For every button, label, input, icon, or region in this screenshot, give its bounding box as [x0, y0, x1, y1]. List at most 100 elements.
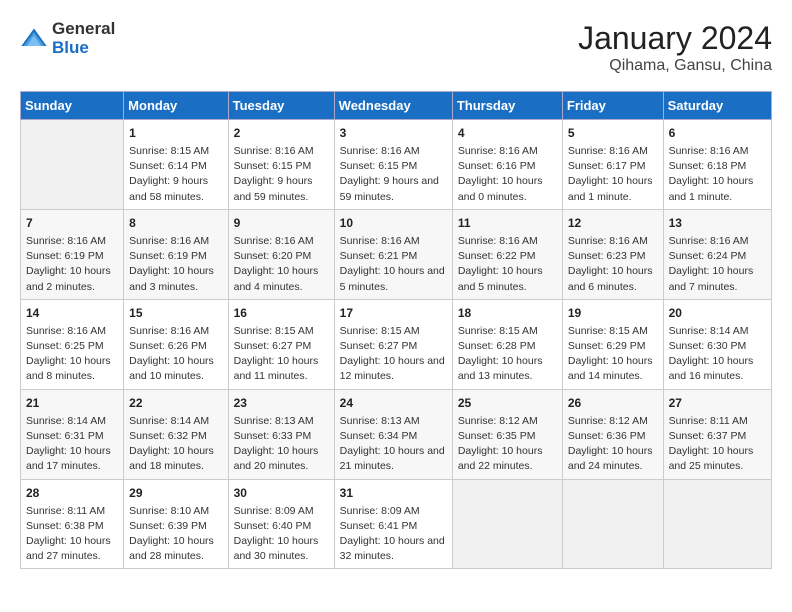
cell-content: Sunrise: 8:15 AMSunset: 6:14 PMDaylight:… — [129, 144, 222, 205]
logo-text-blue: Blue — [52, 39, 115, 58]
calendar-cell: 17 Sunrise: 8:15 AMSunset: 6:27 PMDayligh… — [334, 299, 452, 389]
cell-content: Sunrise: 8:11 AMSunset: 6:38 PMDaylight:… — [26, 504, 118, 565]
calendar-cell: 23 Sunrise: 8:13 AMSunset: 6:33 PMDayligh… — [228, 389, 334, 479]
cell-content: Sunrise: 8:16 AMSunset: 6:18 PMDaylight:… — [669, 144, 766, 205]
day-number: 29 — [129, 484, 222, 502]
day-number: 8 — [129, 214, 222, 232]
header-cell-wednesday: Wednesday — [334, 92, 452, 120]
day-number: 7 — [26, 214, 118, 232]
day-number: 5 — [568, 124, 658, 142]
calendar-cell: 26 Sunrise: 8:12 AMSunset: 6:36 PMDayligh… — [562, 389, 663, 479]
cell-content: Sunrise: 8:13 AMSunset: 6:33 PMDaylight:… — [234, 414, 329, 475]
header-cell-monday: Monday — [124, 92, 228, 120]
calendar-cell: 7 Sunrise: 8:16 AMSunset: 6:19 PMDaylight… — [21, 209, 124, 299]
calendar-table: SundayMondayTuesdayWednesdayThursdayFrid… — [20, 91, 772, 569]
calendar-cell: 30 Sunrise: 8:09 AMSunset: 6:40 PMDayligh… — [228, 479, 334, 569]
cell-content: Sunrise: 8:15 AMSunset: 6:27 PMDaylight:… — [234, 324, 329, 385]
day-number: 30 — [234, 484, 329, 502]
day-number: 15 — [129, 304, 222, 322]
header-cell-tuesday: Tuesday — [228, 92, 334, 120]
page-subtitle: Qihama, Gansu, China — [578, 57, 772, 75]
day-number: 17 — [340, 304, 447, 322]
calendar-cell — [562, 479, 663, 569]
cell-content: Sunrise: 8:16 AMSunset: 6:15 PMDaylight:… — [340, 144, 447, 205]
cell-content: Sunrise: 8:14 AMSunset: 6:30 PMDaylight:… — [669, 324, 766, 385]
week-row-1: 7 Sunrise: 8:16 AMSunset: 6:19 PMDaylight… — [21, 209, 772, 299]
day-number: 13 — [669, 214, 766, 232]
calendar-cell: 18 Sunrise: 8:15 AMSunset: 6:28 PMDayligh… — [452, 299, 562, 389]
calendar-cell: 8 Sunrise: 8:16 AMSunset: 6:19 PMDaylight… — [124, 209, 228, 299]
cell-content: Sunrise: 8:12 AMSunset: 6:36 PMDaylight:… — [568, 414, 658, 475]
day-number: 2 — [234, 124, 329, 142]
cell-content: Sunrise: 8:10 AMSunset: 6:39 PMDaylight:… — [129, 504, 222, 565]
cell-content: Sunrise: 8:16 AMSunset: 6:19 PMDaylight:… — [129, 234, 222, 295]
calendar-cell — [452, 479, 562, 569]
day-number: 19 — [568, 304, 658, 322]
day-number: 14 — [26, 304, 118, 322]
day-number: 23 — [234, 394, 329, 412]
logo-text-general: General — [52, 20, 115, 39]
calendar-cell: 5 Sunrise: 8:16 AMSunset: 6:17 PMDaylight… — [562, 120, 663, 210]
calendar-cell: 14Sunrise: 8:16 AMSunset: 6:25 PMDayligh… — [21, 299, 124, 389]
cell-content: Sunrise: 8:16 AMSunset: 6:20 PMDaylight:… — [234, 234, 329, 295]
calendar-cell: 1 Sunrise: 8:15 AMSunset: 6:14 PMDaylight… — [124, 120, 228, 210]
header-cell-sunday: Sunday — [21, 92, 124, 120]
day-number: 27 — [669, 394, 766, 412]
calendar-cell: 6 Sunrise: 8:16 AMSunset: 6:18 PMDaylight… — [663, 120, 771, 210]
cell-content: Sunrise: 8:09 AMSunset: 6:41 PMDaylight:… — [340, 504, 447, 565]
day-number: 26 — [568, 394, 658, 412]
day-number: 25 — [458, 394, 557, 412]
cell-content: Sunrise: 8:15 AMSunset: 6:27 PMDaylight:… — [340, 324, 447, 385]
day-number: 1 — [129, 124, 222, 142]
day-number: 11 — [458, 214, 557, 232]
calendar-cell: 16 Sunrise: 8:15 AMSunset: 6:27 PMDayligh… — [228, 299, 334, 389]
day-number: 28 — [26, 484, 118, 502]
cell-content: Sunrise: 8:15 AMSunset: 6:29 PMDaylight:… — [568, 324, 658, 385]
calendar-cell: 4 Sunrise: 8:16 AMSunset: 6:16 PMDaylight… — [452, 120, 562, 210]
day-number: 22 — [129, 394, 222, 412]
calendar-cell: 13Sunrise: 8:16 AMSunset: 6:24 PMDayligh… — [663, 209, 771, 299]
day-number: 3 — [340, 124, 447, 142]
calendar-cell: 24Sunrise: 8:13 AMSunset: 6:34 PMDayligh… — [334, 389, 452, 479]
cell-content: Sunrise: 8:16 AMSunset: 6:26 PMDaylight:… — [129, 324, 222, 385]
calendar-cell: 3 Sunrise: 8:16 AMSunset: 6:15 PMDaylight… — [334, 120, 452, 210]
cell-content: Sunrise: 8:14 AMSunset: 6:32 PMDaylight:… — [129, 414, 222, 475]
day-number: 20 — [669, 304, 766, 322]
calendar-cell: 11 Sunrise: 8:16 AMSunset: 6:22 PMDayligh… — [452, 209, 562, 299]
day-number: 21 — [26, 394, 118, 412]
calendar-cell: 22 Sunrise: 8:14 AMSunset: 6:32 PMDayligh… — [124, 389, 228, 479]
calendar-cell: 21Sunrise: 8:14 AMSunset: 6:31 PMDayligh… — [21, 389, 124, 479]
cell-content: Sunrise: 8:16 AMSunset: 6:22 PMDaylight:… — [458, 234, 557, 295]
day-number: 9 — [234, 214, 329, 232]
page-title: January 2024 — [578, 20, 772, 57]
logo: General Blue — [20, 20, 115, 57]
logo-icon — [20, 25, 48, 53]
cell-content: Sunrise: 8:15 AMSunset: 6:28 PMDaylight:… — [458, 324, 557, 385]
day-number: 4 — [458, 124, 557, 142]
calendar-cell: 2 Sunrise: 8:16 AMSunset: 6:15 PMDaylight… — [228, 120, 334, 210]
cell-content: Sunrise: 8:16 AMSunset: 6:19 PMDaylight:… — [26, 234, 118, 295]
week-row-4: 28 Sunrise: 8:11 AMSunset: 6:38 PMDayligh… — [21, 479, 772, 569]
cell-content: Sunrise: 8:16 AMSunset: 6:21 PMDaylight:… — [340, 234, 447, 295]
calendar-cell — [21, 120, 124, 210]
day-number: 18 — [458, 304, 557, 322]
cell-content: Sunrise: 8:16 AMSunset: 6:23 PMDaylight:… — [568, 234, 658, 295]
header-cell-thursday: Thursday — [452, 92, 562, 120]
cell-content: Sunrise: 8:16 AMSunset: 6:17 PMDaylight:… — [568, 144, 658, 205]
calendar-cell: 9 Sunrise: 8:16 AMSunset: 6:20 PMDaylight… — [228, 209, 334, 299]
week-row-2: 14Sunrise: 8:16 AMSunset: 6:25 PMDayligh… — [21, 299, 772, 389]
calendar-cell: 15 Sunrise: 8:16 AMSunset: 6:26 PMDayligh… — [124, 299, 228, 389]
day-number: 12 — [568, 214, 658, 232]
cell-content: Sunrise: 8:16 AMSunset: 6:15 PMDaylight:… — [234, 144, 329, 205]
calendar-cell: 29 Sunrise: 8:10 AMSunset: 6:39 PMDayligh… — [124, 479, 228, 569]
cell-content: Sunrise: 8:16 AMSunset: 6:16 PMDaylight:… — [458, 144, 557, 205]
cell-content: Sunrise: 8:09 AMSunset: 6:40 PMDaylight:… — [234, 504, 329, 565]
header-cell-friday: Friday — [562, 92, 663, 120]
day-number: 24 — [340, 394, 447, 412]
calendar-cell — [663, 479, 771, 569]
header-cell-saturday: Saturday — [663, 92, 771, 120]
day-number: 6 — [669, 124, 766, 142]
week-row-3: 21Sunrise: 8:14 AMSunset: 6:31 PMDayligh… — [21, 389, 772, 479]
day-number: 16 — [234, 304, 329, 322]
cell-content: Sunrise: 8:12 AMSunset: 6:35 PMDaylight:… — [458, 414, 557, 475]
